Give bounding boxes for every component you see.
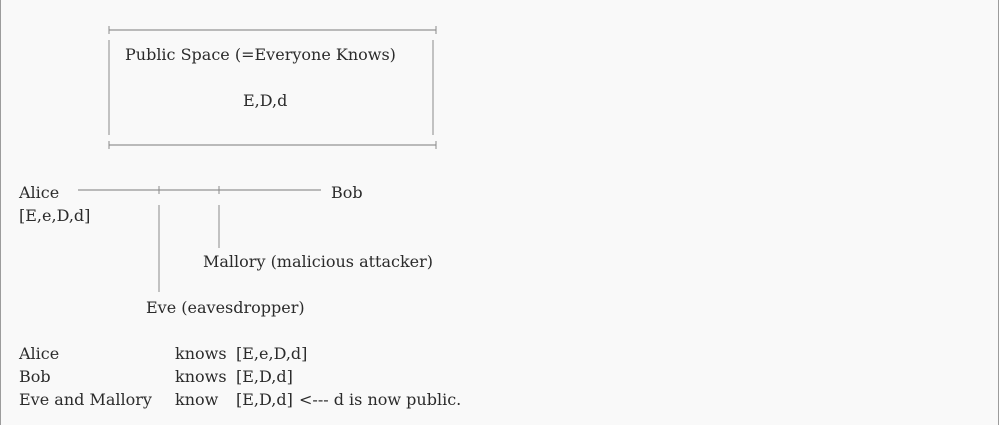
eve-label: Eve (eavesdropper)	[146, 298, 305, 317]
mallory-label: Mallory (malicious attacker)	[203, 252, 434, 271]
bob-label: Bob	[331, 183, 363, 202]
summary-row-2-keys: [E,D,d]	[236, 367, 293, 386]
summary-row-3-note: <--- d is now public.	[299, 390, 462, 409]
alice-keys: [E,e,D,d]	[19, 206, 91, 225]
summary-row-1-who: Alice	[19, 344, 60, 363]
summary-row-3-who: Eve and Mallory	[19, 390, 152, 409]
diagram-page: Public Space (=Everyone Knows) E,D,d Ali…	[0, 0, 999, 425]
public-space-title: Public Space (=Everyone Knows)	[125, 45, 396, 64]
summary-row-3-keys: [E,D,d]	[236, 390, 293, 409]
public-space-keys: E,D,d	[243, 91, 288, 110]
summary-row-2-verb: knows	[175, 367, 227, 386]
alice-label: Alice	[19, 183, 60, 202]
summary-row-2-who: Bob	[19, 367, 51, 386]
summary-row-1-keys: [E,e,D,d]	[236, 344, 308, 363]
summary-row-3-verb: know	[175, 390, 219, 409]
summary-row-1-verb: knows	[175, 344, 227, 363]
